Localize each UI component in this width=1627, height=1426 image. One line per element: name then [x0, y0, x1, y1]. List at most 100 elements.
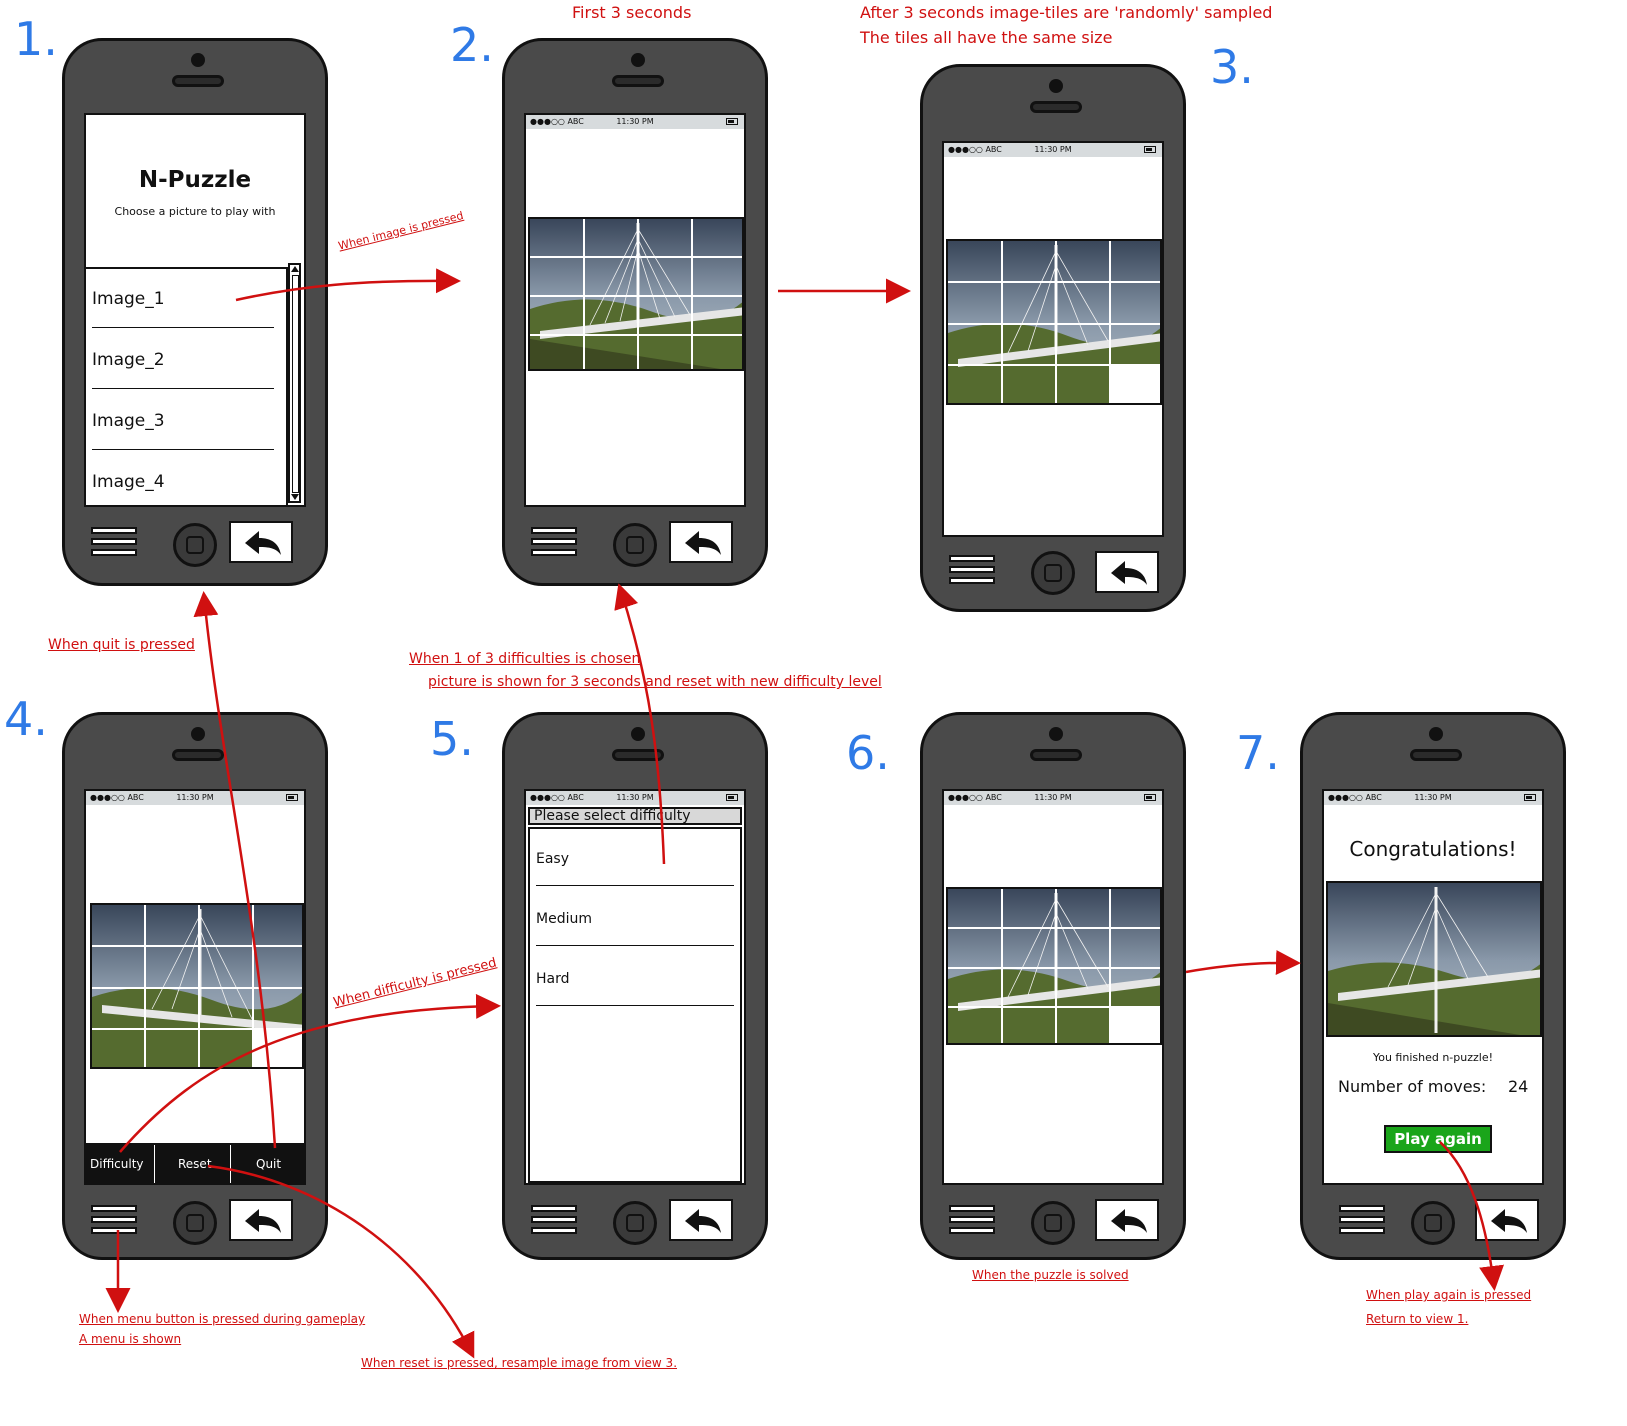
image-list: Image_1 Image_2 Image_3 Image_4 [86, 267, 288, 505]
camera-icon [631, 727, 645, 741]
status-time: 11:30 PM [616, 793, 654, 802]
speaker-icon [1030, 749, 1082, 761]
speaker-icon [612, 749, 664, 761]
annotation-when-image-pressed: When image is pressed [337, 208, 465, 253]
battery-icon [726, 118, 738, 125]
annotation-when-difficulty-pressed: When difficulty is pressed [332, 955, 499, 1011]
list-item-image-1[interactable]: Image_1 [92, 289, 165, 309]
step-number-5: 5. [430, 712, 474, 766]
finished-message: You finished n-puzzle! [1372, 1051, 1494, 1064]
divider [92, 449, 274, 450]
difficulty-easy[interactable]: Easy [536, 851, 569, 867]
annotation-when-reset-pressed: When reset is pressed, resample image fr… [361, 1356, 678, 1370]
menu-button-icon[interactable] [91, 525, 139, 559]
camera-icon [1429, 727, 1443, 741]
step-number-6: 6. [846, 726, 890, 780]
puzzle-image-grid [528, 217, 744, 371]
speaker-icon [1410, 749, 1462, 761]
shuffled-puzzle-grid [946, 239, 1162, 405]
menu-divider [154, 1145, 155, 1183]
screen-view-7: ●●●○○ ABC 11:30 PM Congratulations! You f… [1322, 789, 1544, 1185]
speaker-icon [1030, 101, 1082, 113]
divider [92, 327, 274, 328]
difficulty-medium[interactable]: Medium [536, 911, 592, 927]
screen-view-1: N-Puzzle Choose a picture to play with I… [84, 113, 306, 507]
battery-icon [286, 794, 298, 801]
annotation-when-solved: When the puzzle is solved [972, 1268, 1129, 1282]
annotation-picture-shown: picture is shown for 3 seconds and reset… [428, 674, 882, 690]
gameplay-puzzle-grid[interactable] [90, 903, 304, 1069]
back-button-icon[interactable] [669, 521, 733, 563]
list-item-image-2[interactable]: Image_2 [92, 350, 165, 370]
menu-button-icon[interactable] [91, 1203, 139, 1237]
phone-view-6: ●●●○○ ABC 11:30 PM [920, 712, 1186, 1260]
home-button-icon[interactable] [173, 1201, 217, 1245]
moves-value: 24 [1508, 1077, 1529, 1096]
phone-view-2: ●●●○○ ABC 11:30 PM [502, 38, 768, 586]
camera-icon [191, 53, 205, 67]
back-button-icon[interactable] [1095, 551, 1159, 593]
menu-button-icon[interactable] [1339, 1203, 1387, 1237]
status-bar: ●●●○○ ABC 11:30 PM [526, 115, 744, 129]
list-item-image-4[interactable]: Image_4 [92, 472, 165, 492]
menu-button-icon[interactable] [949, 1203, 997, 1237]
camera-icon [1049, 727, 1063, 741]
back-button-icon[interactable] [1475, 1199, 1539, 1241]
home-button-icon[interactable] [1031, 1201, 1075, 1245]
home-button-icon[interactable] [613, 1201, 657, 1245]
home-button-icon[interactable] [173, 523, 217, 567]
difficulty-hard[interactable]: Hard [536, 971, 570, 987]
congratulations-title: Congratulations! [1349, 837, 1517, 861]
status-time: 11:30 PM [1414, 793, 1452, 802]
menu-button-icon[interactable] [531, 1203, 579, 1237]
back-button-icon[interactable] [229, 521, 293, 563]
back-button-icon[interactable] [669, 1199, 733, 1241]
phone-view-5: ●●●○○ ABC 11:30 PM Please select difficul… [502, 712, 768, 1260]
annotation-first-3-seconds: First 3 seconds [572, 3, 692, 22]
app-subtitle: Choose a picture to play with [114, 205, 276, 218]
menu-item-quit[interactable]: Quit [256, 1157, 281, 1171]
annotation-when-difficulty-chosen: When 1 of 3 difficulties is chosen [409, 651, 641, 667]
back-button-icon[interactable] [229, 1199, 293, 1241]
status-time: 11:30 PM [176, 793, 214, 802]
divider [92, 388, 274, 389]
screen-view-5: ●●●○○ ABC 11:30 PM Please select difficul… [524, 789, 746, 1185]
annotation-when-quit-pressed: When quit is pressed [48, 637, 195, 653]
speaker-icon [172, 749, 224, 761]
back-button-icon[interactable] [1095, 1199, 1159, 1241]
screen-view-2: ●●●○○ ABC 11:30 PM [524, 113, 746, 507]
scroll-thumb[interactable] [292, 275, 299, 493]
battery-icon [1524, 794, 1536, 801]
menu-button-icon[interactable] [949, 553, 997, 587]
speaker-icon [172, 75, 224, 87]
status-time: 11:30 PM [1034, 793, 1072, 802]
home-button-icon[interactable] [613, 523, 657, 567]
step-number-2: 2. [450, 18, 494, 72]
list-item-image-3[interactable]: Image_3 [92, 411, 165, 431]
annotation-after-3-seconds: After 3 seconds image-tiles are 'randoml… [860, 3, 1273, 22]
arrow-solved-to-view7 [1185, 950, 1301, 975]
annotation-return-view1: Return to view 1. [1366, 1312, 1469, 1326]
camera-icon [631, 53, 645, 67]
storyboard: 1. 2. 3. 4. 5. 6. 7. First 3 seconds Aft… [0, 0, 1567, 1376]
scrollbar[interactable] [288, 263, 301, 503]
scroll-up-arrow-icon[interactable] [291, 266, 299, 272]
home-button-icon[interactable] [1411, 1201, 1455, 1245]
menu-item-reset[interactable]: Reset [178, 1157, 212, 1171]
camera-icon [1049, 79, 1063, 93]
status-bar: ●●●○○ ABC 11:30 PM [526, 791, 744, 805]
battery-icon [726, 794, 738, 801]
menu-item-difficulty[interactable]: Difficulty [90, 1157, 144, 1171]
phone-view-4: ●●●○○ ABC 11:30 PM Difficulty Reset Quit [62, 712, 328, 1260]
annotation-same-size: The tiles all have the same size [860, 28, 1113, 47]
scroll-down-arrow-icon[interactable] [291, 494, 299, 500]
play-again-button[interactable]: Play again [1384, 1125, 1492, 1153]
annotation-when-play-again: When play again is pressed [1366, 1288, 1532, 1302]
status-bar: ●●●○○ ABC 11:30 PM [1324, 791, 1542, 805]
solved-puzzle-grid [946, 887, 1162, 1045]
status-bar: ●●●○○ ABC 11:30 PM [86, 791, 304, 805]
annotation-menu-shown: A menu is shown [79, 1332, 182, 1346]
menu-button-icon[interactable] [531, 525, 579, 559]
status-bar: ●●●○○ ABC 11:30 PM [944, 143, 1162, 157]
home-button-icon[interactable] [1031, 551, 1075, 595]
